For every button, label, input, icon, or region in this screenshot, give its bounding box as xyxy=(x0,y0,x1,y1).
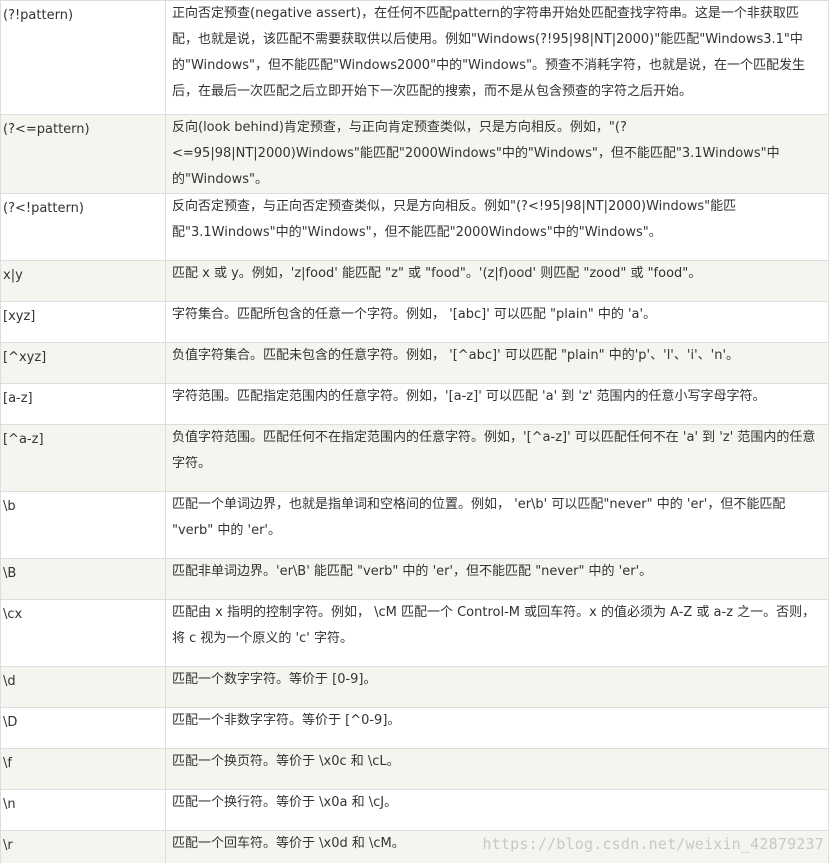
table-row: [^xyz] 负值字符集合。匹配未包含的任意字符。例如， '[^abc]' 可以… xyxy=(0,342,829,384)
table-row: (?<=pattern) 反向(look behind)肯定预查，与正向肯定预查… xyxy=(0,114,829,194)
pattern-cell: x|y xyxy=(0,260,166,302)
description-cell: 匹配一个换页符。等价于 \x0c 和 \cL。 xyxy=(165,748,829,790)
description-cell: 正向否定预查(negative assert)，在任何不匹配pattern的字符… xyxy=(165,0,829,115)
description-cell: 匹配一个非数字字符。等价于 [^0-9]。 xyxy=(165,707,829,749)
pattern-cell: \f xyxy=(0,748,166,790)
pattern-cell: (?!pattern) xyxy=(0,0,166,115)
pattern-cell: \B xyxy=(0,558,166,600)
pattern-cell: (?<=pattern) xyxy=(0,114,166,194)
table-row: \f 匹配一个换页符。等价于 \x0c 和 \cL。 xyxy=(0,748,829,790)
table-row: \d 匹配一个数字字符。等价于 [0-9]。 xyxy=(0,666,829,708)
pattern-cell: (?<!pattern) xyxy=(0,193,166,261)
description-cell: 匹配一个单词边界，也就是指单词和空格间的位置。例如， 'er\b' 可以匹配"n… xyxy=(165,491,829,559)
pattern-cell: \n xyxy=(0,789,166,831)
pattern-cell: [a-z] xyxy=(0,383,166,425)
description-cell: 字符集合。匹配所包含的任意一个字符。例如， '[abc]' 可以匹配 "plai… xyxy=(165,301,829,343)
pattern-cell: [^xyz] xyxy=(0,342,166,384)
description-cell: 反向(look behind)肯定预查，与正向肯定预查类似，只是方向相反。例如，… xyxy=(165,114,829,194)
pattern-cell: \r xyxy=(0,830,166,863)
description-cell: 匹配 x 或 y。例如，'z|food' 能匹配 "z" 或 "food"。'(… xyxy=(165,260,829,302)
table-row: [xyz] 字符集合。匹配所包含的任意一个字符。例如， '[abc]' 可以匹配… xyxy=(0,301,829,343)
description-cell: 匹配由 x 指明的控制字符。例如， \cM 匹配一个 Control-M 或回车… xyxy=(165,599,829,667)
description-cell: 负值字符范围。匹配任何不在指定范围内的任意字符。例如，'[^a-z]' 可以匹配… xyxy=(165,424,829,492)
table-row: x|y 匹配 x 或 y。例如，'z|food' 能匹配 "z" 或 "food… xyxy=(0,260,829,302)
description-cell: 匹配一个数字字符。等价于 [0-9]。 xyxy=(165,666,829,708)
regex-syntax-table: (?!pattern) 正向否定预查(negative assert)，在任何不… xyxy=(0,0,829,863)
description-cell: 匹配非单词边界。'er\B' 能匹配 "verb" 中的 'er'，但不能匹配 … xyxy=(165,558,829,600)
pattern-cell: \b xyxy=(0,491,166,559)
description-cell: 字符范围。匹配指定范围内的任意字符。例如，'[a-z]' 可以匹配 'a' 到 … xyxy=(165,383,829,425)
table-row: (?!pattern) 正向否定预查(negative assert)，在任何不… xyxy=(0,0,829,115)
table-row: (?<!pattern) 反向否定预查，与正向否定预查类似，只是方向相反。例如"… xyxy=(0,193,829,261)
table-row: \n 匹配一个换行符。等价于 \x0a 和 \cJ。 xyxy=(0,789,829,831)
pattern-cell: \D xyxy=(0,707,166,749)
watermark-text: https://blog.csdn.net/weixin_42879237 xyxy=(482,835,824,853)
table-row: [a-z] 字符范围。匹配指定范围内的任意字符。例如，'[a-z]' 可以匹配 … xyxy=(0,383,829,425)
pattern-cell: \d xyxy=(0,666,166,708)
description-cell: 反向否定预查，与正向否定预查类似，只是方向相反。例如"(?<!95|98|NT|… xyxy=(165,193,829,261)
table-row: \D 匹配一个非数字字符。等价于 [^0-9]。 xyxy=(0,707,829,749)
table-row: \B 匹配非单词边界。'er\B' 能匹配 "verb" 中的 'er'，但不能… xyxy=(0,558,829,600)
description-cell: 负值字符集合。匹配未包含的任意字符。例如， '[^abc]' 可以匹配 "pla… xyxy=(165,342,829,384)
table-row: \b 匹配一个单词边界，也就是指单词和空格间的位置。例如， 'er\b' 可以匹… xyxy=(0,491,829,559)
pattern-cell: \cx xyxy=(0,599,166,667)
pattern-cell: [xyz] xyxy=(0,301,166,343)
description-cell: 匹配一个换行符。等价于 \x0a 和 \cJ。 xyxy=(165,789,829,831)
table-row: [^a-z] 负值字符范围。匹配任何不在指定范围内的任意字符。例如，'[^a-z… xyxy=(0,424,829,492)
pattern-cell: [^a-z] xyxy=(0,424,166,492)
table-row: \cx 匹配由 x 指明的控制字符。例如， \cM 匹配一个 Control-M… xyxy=(0,599,829,667)
